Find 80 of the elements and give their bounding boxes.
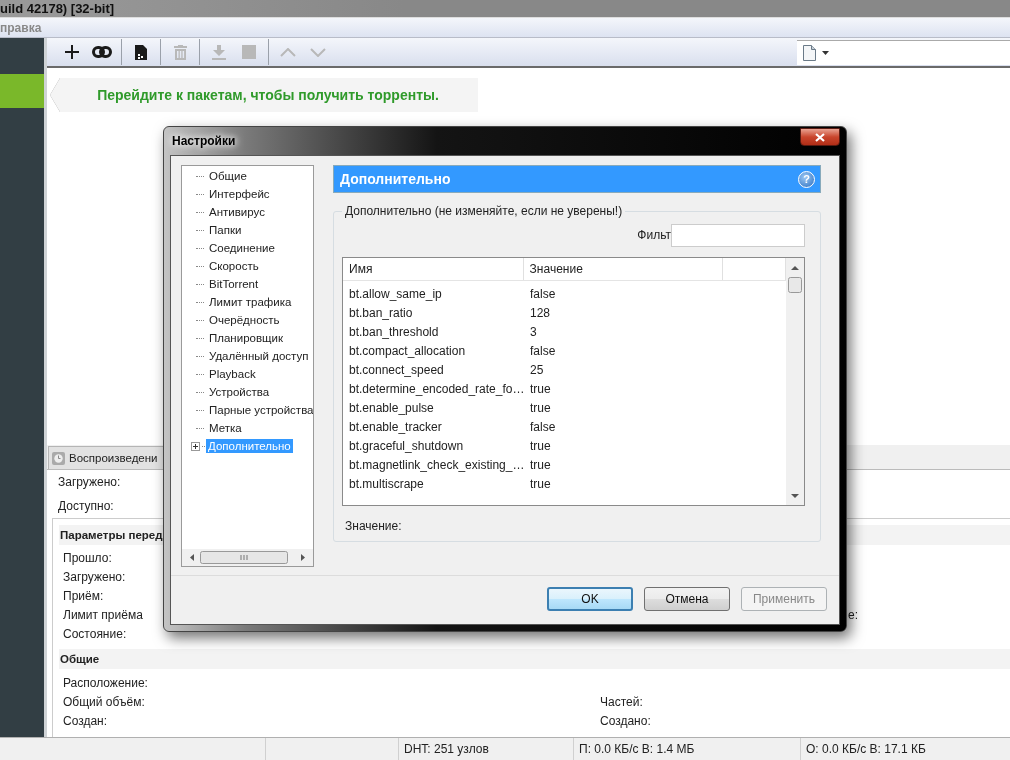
tree-item[interactable]: Playback (207, 367, 258, 381)
hint-text: Перейдите к пакетам, чтобы получить торренты. (97, 87, 439, 103)
table-cell-text: true (529, 476, 552, 491)
table-cell-text: 25 (529, 362, 545, 377)
table-cell-text: true (529, 400, 552, 415)
table-cell-text: 3 (529, 324, 538, 339)
vertical-scrollbar[interactable] (786, 258, 804, 505)
field-label: Частей: (600, 694, 643, 709)
table-cell-text: 128 (529, 305, 552, 320)
view-selector[interactable] (797, 39, 1010, 65)
field-label: Лимит приёма (63, 607, 143, 622)
table-cell-text: false (529, 343, 557, 358)
field-label: Прошло: (63, 550, 112, 565)
dialog-button[interactable]: Отмена (644, 587, 730, 611)
field-label: Расположение: (63, 675, 148, 690)
table-cell-text: bt.graceful_shutdown (348, 438, 465, 453)
tree-item[interactable]: Очерёдность (207, 313, 282, 327)
table-cell-text: bt.enable_pulse (348, 400, 435, 415)
table-cell-text: bt.compact_allocation (348, 343, 467, 358)
table-cell-text: bt.ban_threshold (348, 324, 440, 339)
table-cell-text: bt.enable_tracker (348, 419, 443, 434)
status-text: П: 0.0 КБ/с В: 1.4 МБ (579, 742, 695, 756)
tree-item[interactable]: BitTorrent (207, 277, 261, 291)
sidebar-item[interactable] (0, 74, 44, 108)
group-title: Дополнительно (не изменяйте, если не уверены!) (344, 204, 624, 218)
tree-item[interactable]: Общие (207, 169, 249, 183)
table-cell-text: true (529, 438, 552, 453)
dialog-title: Настройки (171, 134, 236, 148)
table-cell-text: bt.connect_speed (348, 362, 445, 377)
tree-item[interactable]: Соединение (207, 241, 277, 255)
table-cell-text: true (529, 457, 552, 472)
page-icon (803, 44, 816, 61)
field-label: е: (848, 607, 858, 622)
document-icon[interactable] (135, 44, 147, 60)
tree-item[interactable]: Папки (207, 223, 244, 237)
horizontal-scrollbar[interactable] (182, 549, 313, 566)
column-header[interactable]: Имя (343, 258, 524, 280)
caret-icon (822, 50, 829, 55)
expand-icon[interactable] (191, 441, 200, 451)
field-label: Приём: (63, 588, 104, 603)
tree-item[interactable]: Интерфейс (207, 187, 272, 201)
filter-label: Фильт (637, 228, 671, 242)
field-label: Загружено: (58, 475, 121, 489)
tree-item[interactable]: Устройства (207, 385, 272, 399)
field-label: Общий объём: (63, 694, 145, 709)
page-title: Дополнительно (340, 171, 451, 187)
tree-item[interactable]: Скорость (207, 259, 261, 273)
close-icon (815, 132, 825, 142)
table-cell-text: bt.magnetlink_check_existing_… (348, 457, 524, 472)
plus-icon[interactable] (65, 45, 79, 59)
link-icon[interactable] (92, 46, 112, 58)
table-cell-text: bt.multiscrape (348, 476, 425, 491)
table-cell-text: false (529, 419, 557, 434)
window-title: uild 42178) [32-bit] (0, 1, 115, 16)
column-header[interactable]: Значение (523, 258, 724, 280)
clock-icon (52, 451, 65, 465)
tree-item[interactable]: Лимит трафика (207, 295, 294, 309)
filter-field[interactable] (671, 223, 805, 247)
field-label: Создано: (600, 713, 651, 728)
table-cell-text: false (529, 286, 557, 301)
table-cell-text: true (529, 381, 552, 396)
close-button[interactable] (800, 128, 840, 146)
field-label: Доступно: (58, 499, 114, 513)
field-label: Создан: (63, 713, 108, 728)
table-cell-text: bt.allow_same_ip (348, 286, 443, 301)
tree-item[interactable]: Метка (207, 421, 244, 435)
value-label: Значение: (345, 519, 402, 533)
status-text: DHT: 251 узлов (404, 742, 489, 756)
tree-item[interactable]: Антивирус (207, 205, 267, 219)
tree-item[interactable]: Планировщик (207, 331, 285, 345)
table-cell-text: bt.ban_ratio (348, 305, 414, 320)
tree-item[interactable]: Парные устройства (207, 403, 313, 417)
tree-item[interactable]: Удалённый доступ (207, 349, 311, 363)
section-title: Общие (60, 653, 100, 665)
status-text: О: 0.0 КБ/с В: 17.1 КБ (806, 742, 926, 756)
section-title: Параметры перед (60, 529, 163, 541)
dialog-button[interactable]: OK (547, 587, 633, 611)
field-label: Состояние: (63, 626, 127, 641)
table-cell-text: bt.determine_encoded_rate_fo… (348, 381, 524, 396)
field-label: Загружено: (63, 569, 126, 584)
